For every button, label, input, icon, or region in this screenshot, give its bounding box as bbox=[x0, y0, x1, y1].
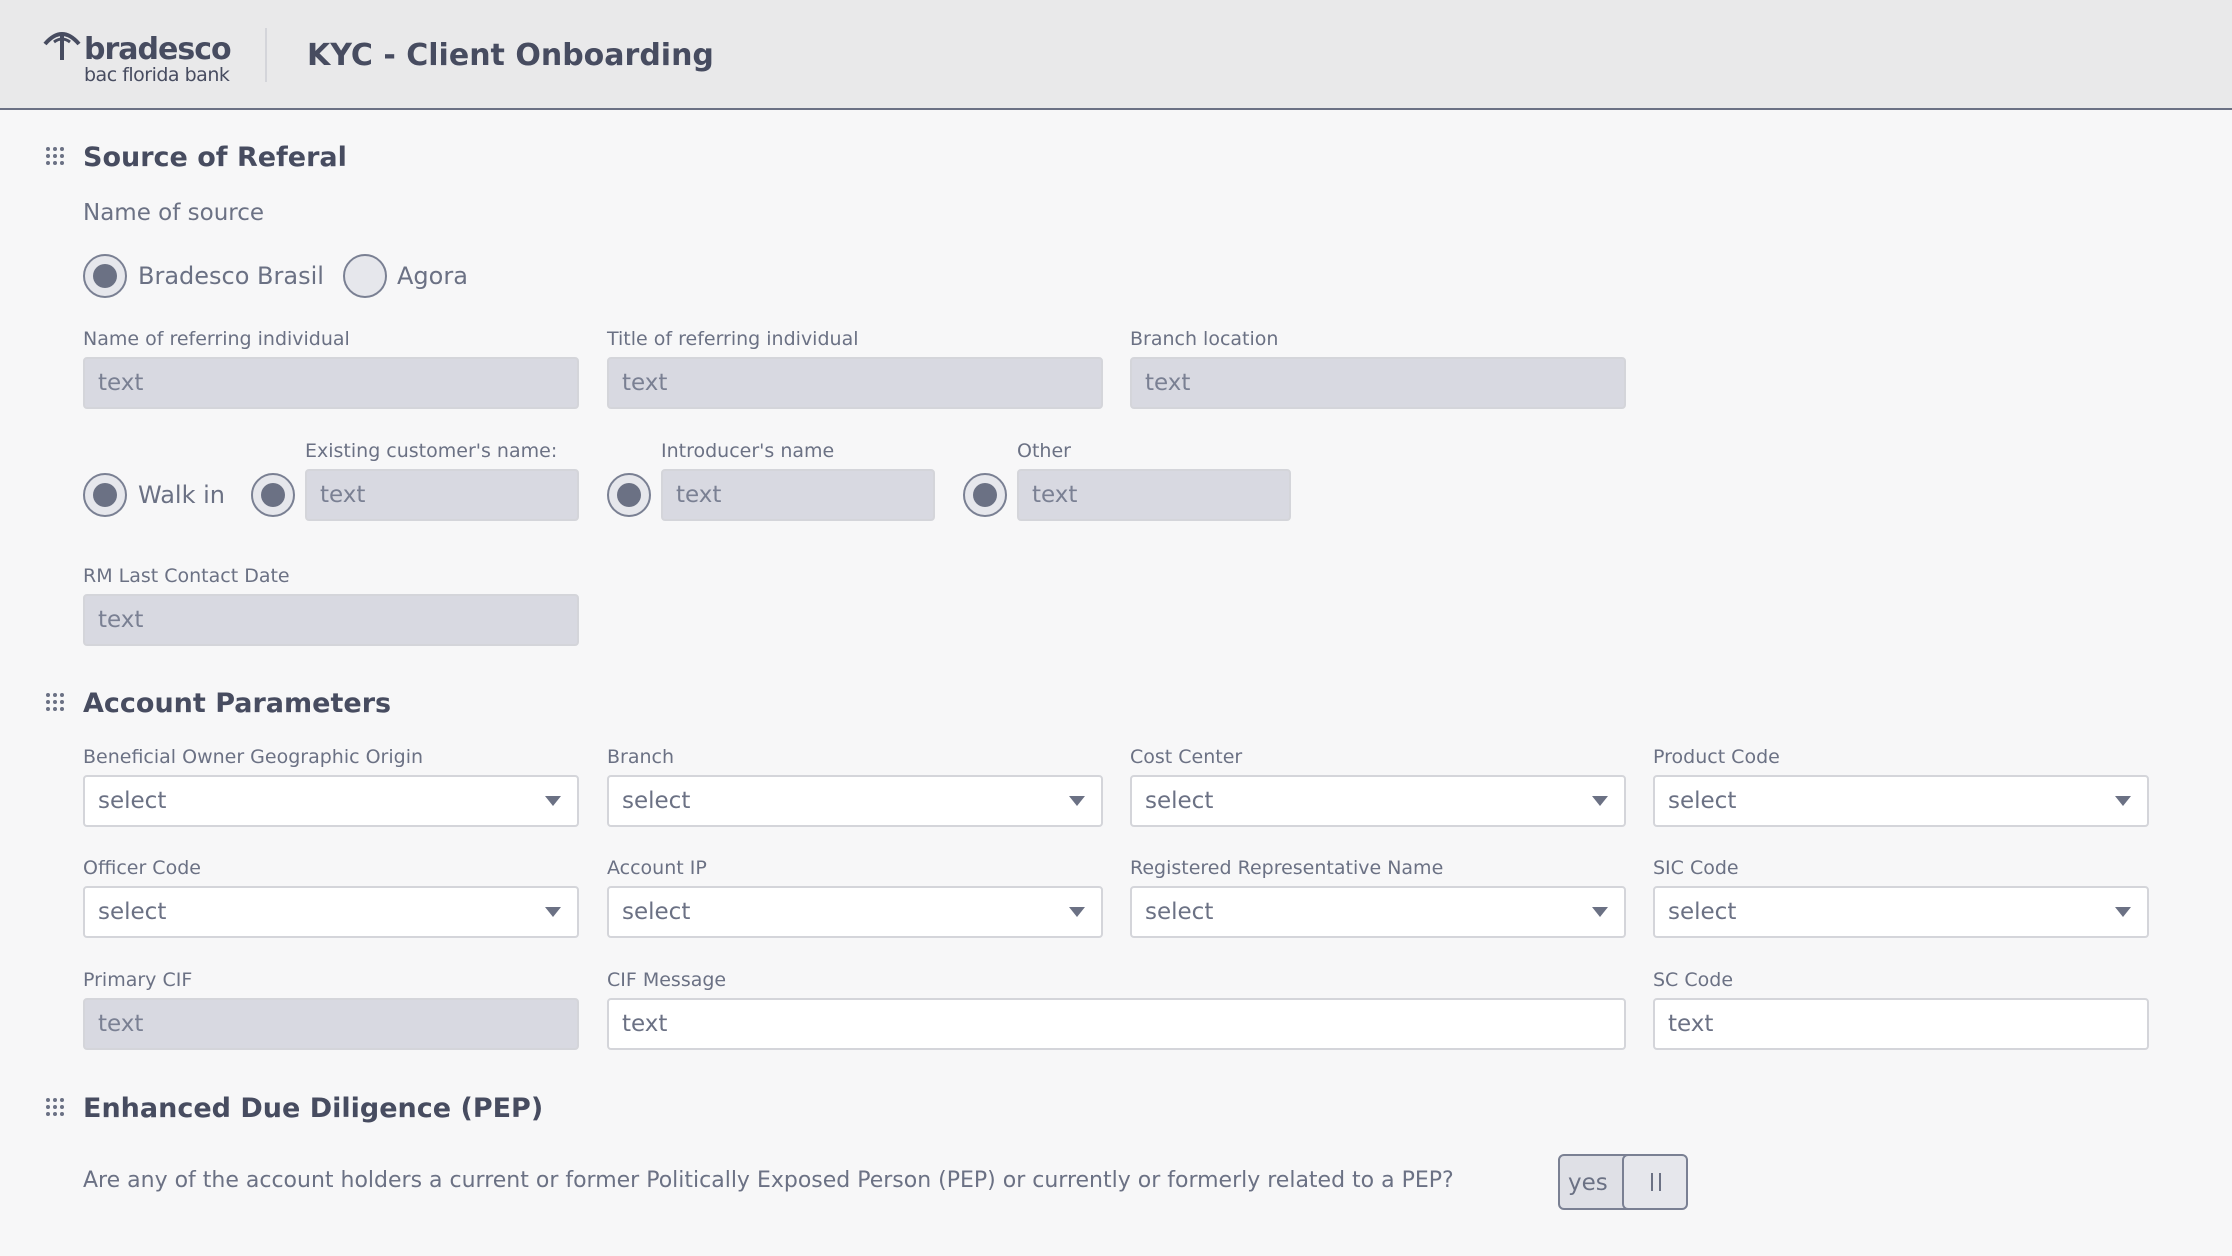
chevron-down-icon bbox=[545, 907, 561, 917]
logo-name: bradesco bbox=[84, 32, 232, 67]
section-title-pep: Enhanced Due Diligence (PEP) bbox=[83, 1093, 544, 1124]
branch-location-input[interactable]: text bbox=[1130, 357, 1626, 409]
other-input[interactable]: text bbox=[1017, 469, 1291, 521]
app-header: bradesco bac florida bank KYC - Client O… bbox=[0, 0, 2232, 110]
geo-origin-value: select bbox=[98, 788, 167, 814]
header-divider bbox=[265, 28, 267, 82]
drag-handle-icon[interactable] bbox=[45, 1097, 65, 1117]
cost-center-value: select bbox=[1145, 788, 1214, 814]
officer-code-select[interactable]: select bbox=[83, 886, 579, 938]
radio-label-bradesco-brasil: Bradesco Brasil bbox=[138, 262, 324, 290]
radio-introducer[interactable] bbox=[607, 473, 651, 517]
rep-name-select[interactable]: select bbox=[1130, 886, 1626, 938]
radio-agora[interactable] bbox=[343, 254, 387, 298]
product-code-select[interactable]: select bbox=[1653, 775, 2149, 827]
rm-date-label: RM Last Contact Date bbox=[83, 565, 290, 587]
drag-handle-icon[interactable] bbox=[45, 146, 65, 166]
existing-customer-label: Existing customer's name: bbox=[305, 440, 558, 462]
product-code-label: Product Code bbox=[1653, 746, 1780, 768]
geo-origin-select[interactable]: select bbox=[83, 775, 579, 827]
chevron-down-icon bbox=[2115, 907, 2131, 917]
account-ip-value: select bbox=[622, 899, 691, 925]
bradesco-tree-icon bbox=[43, 32, 81, 60]
officer-code-value: select bbox=[98, 899, 167, 925]
sic-code-label: SIC Code bbox=[1653, 857, 1739, 879]
radio-existing-customer[interactable] bbox=[251, 473, 295, 517]
radio-label-walk-in: Walk in bbox=[138, 481, 225, 509]
branch-select[interactable]: select bbox=[607, 775, 1103, 827]
referring-name-label: Name of referring individual bbox=[83, 328, 350, 350]
sic-code-value: select bbox=[1668, 899, 1737, 925]
rep-name-label: Registered Representative Name bbox=[1130, 857, 1444, 879]
chevron-down-icon bbox=[1592, 796, 1608, 806]
account-ip-select[interactable]: select bbox=[607, 886, 1103, 938]
chevron-down-icon bbox=[1069, 796, 1085, 806]
section-title-referral: Source of Referal bbox=[83, 142, 347, 173]
chevron-down-icon bbox=[1069, 907, 1085, 917]
radio-walk-in[interactable] bbox=[83, 473, 127, 517]
toggle-yes-label: yes bbox=[1568, 1170, 1608, 1196]
drag-handle-icon[interactable] bbox=[45, 692, 65, 712]
existing-customer-input[interactable]: text bbox=[305, 469, 579, 521]
referring-name-input[interactable]: text bbox=[83, 357, 579, 409]
cost-center-label: Cost Center bbox=[1130, 746, 1243, 768]
branch-value: select bbox=[622, 788, 691, 814]
officer-code-label: Officer Code bbox=[83, 857, 201, 879]
rm-date-input[interactable]: text bbox=[83, 594, 579, 646]
introducer-input[interactable]: text bbox=[661, 469, 935, 521]
cost-center-select[interactable]: select bbox=[1130, 775, 1626, 827]
account-ip-label: Account IP bbox=[607, 857, 707, 879]
branch-label: Branch bbox=[607, 746, 675, 768]
introducer-label: Introducer's name bbox=[661, 440, 835, 462]
primary-cif-label: Primary CIF bbox=[83, 969, 193, 991]
referring-title-label: Title of referring individual bbox=[607, 328, 859, 350]
sic-code-select[interactable]: select bbox=[1653, 886, 2149, 938]
sc-code-input[interactable]: text bbox=[1653, 998, 2149, 1050]
cif-message-input[interactable]: text bbox=[607, 998, 1626, 1050]
page-title: KYC - Client Onboarding bbox=[307, 38, 714, 73]
radio-bradesco-brasil[interactable] bbox=[83, 254, 127, 298]
toggle-knob-icon bbox=[1622, 1156, 1686, 1208]
pep-question: Are any of the account holders a current… bbox=[83, 1168, 1454, 1193]
referring-title-input[interactable]: text bbox=[607, 357, 1103, 409]
sc-code-label: SC Code bbox=[1653, 969, 1734, 991]
primary-cif-input[interactable]: text bbox=[83, 998, 579, 1050]
chevron-down-icon bbox=[545, 796, 561, 806]
cif-message-label: CIF Message bbox=[607, 969, 727, 991]
pep-toggle[interactable]: yes bbox=[1558, 1154, 1688, 1210]
name-of-source-label: Name of source bbox=[83, 200, 265, 226]
other-label: Other bbox=[1017, 440, 1071, 462]
radio-other[interactable] bbox=[963, 473, 1007, 517]
chevron-down-icon bbox=[2115, 796, 2131, 806]
product-code-value: select bbox=[1668, 788, 1737, 814]
bradesco-logo: bradesco bac florida bank bbox=[42, 26, 242, 88]
section-title-account: Account Parameters bbox=[83, 688, 392, 719]
chevron-down-icon bbox=[1592, 907, 1608, 917]
geo-origin-label: Beneficial Owner Geographic Origin bbox=[83, 746, 424, 768]
rep-name-value: select bbox=[1145, 899, 1214, 925]
branch-location-label: Branch location bbox=[1130, 328, 1279, 350]
radio-label-agora: Agora bbox=[397, 262, 468, 290]
logo-subtitle: bac florida bank bbox=[84, 64, 230, 86]
